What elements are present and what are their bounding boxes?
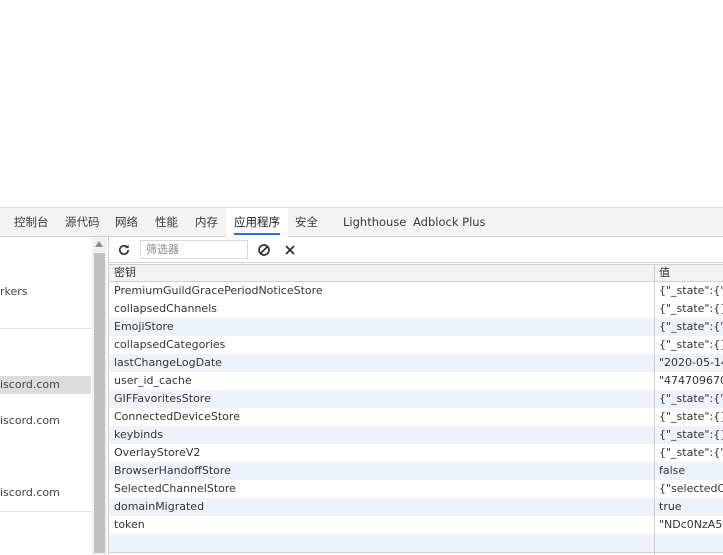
table-row[interactable]: BrowserHandoffStore false: [109, 462, 723, 480]
row-key: OverlayStoreV2: [114, 446, 201, 459]
page-viewport-blank: [0, 0, 723, 207]
sidebar-item-service-workers[interactable]: rkers: [0, 283, 91, 301]
table-row[interactable]: EmojiStore {"_state":{"usa: [109, 318, 723, 336]
row-value: true: [659, 500, 682, 513]
row-value: {"_state":{},"_ve: [659, 338, 723, 351]
row-key: domainMigrated: [114, 500, 205, 513]
block-icon[interactable]: [255, 241, 273, 259]
table-row[interactable]: keybinds {"_state":{},"_ve: [109, 426, 723, 444]
row-value: {"_state":{"last: [659, 284, 723, 297]
close-icon[interactable]: [281, 241, 299, 259]
table-row[interactable]: PremiumGuildGracePeriodNoticeStore {"_st…: [109, 282, 723, 300]
devtools-tab-bar: 控制台 源代码 网络 性能 内存 应用程序 安全 Lighthouse Adbl…: [0, 207, 723, 237]
row-value: {"selectedCha: [659, 482, 723, 495]
row-key: collapsedCategories: [114, 338, 226, 351]
table-header: 密钥 值: [109, 264, 723, 282]
table-row[interactable]: SelectedChannelStore {"selectedCha: [109, 480, 723, 498]
row-value: false: [659, 464, 686, 477]
application-sidebar: rkers iscord.com iscord.com iscord.com: [0, 237, 92, 555]
row-key: EmojiStore: [114, 320, 174, 333]
table-row[interactable]: lastChangeLogDate "2020-05-14": [109, 354, 723, 372]
sidebar-item-cookies-discord[interactable]: iscord.com: [0, 484, 91, 502]
table-row[interactable]: collapsedChannels {"_state":{},"_ve: [109, 300, 723, 318]
tab-console[interactable]: 控制台: [14, 208, 49, 237]
row-value: "474709670640: [659, 374, 723, 387]
row-value: {"_state":{},"_ve: [659, 302, 723, 315]
table-bottom-border: [109, 552, 723, 553]
table-row[interactable]: collapsedCategories {"_state":{},"_ve: [109, 336, 723, 354]
sidebar-item-session-storage-discord[interactable]: iscord.com: [0, 412, 91, 430]
row-value: "NDc0NzA5Nj: [659, 518, 723, 531]
table-row[interactable]: user_id_cache "474709670640: [109, 372, 723, 390]
table-row[interactable]: token "NDc0NzA5Nj: [109, 516, 723, 534]
sidebar-item-local-storage-discord[interactable]: iscord.com: [0, 376, 91, 394]
table-row[interactable]: GIFFavoritesStore {"_state":{"favo: [109, 390, 723, 408]
table-row[interactable]: OverlayStoreV2 {"_state":{"sele: [109, 444, 723, 462]
storage-toolbar: [109, 237, 723, 263]
tab-adblock-plus[interactable]: Adblock Plus: [413, 208, 486, 237]
row-key: ConnectedDeviceStore: [114, 410, 240, 423]
row-key: SelectedChannelStore: [114, 482, 236, 495]
row-key: lastChangeLogDate: [114, 356, 222, 369]
row-value: {"_state":{"sele: [659, 446, 723, 459]
row-key: keybinds: [114, 428, 163, 441]
row-value: {"_state":{},"_ve: [659, 428, 723, 441]
column-header-value[interactable]: 值: [659, 265, 670, 281]
table-row[interactable]: ConnectedDeviceStore {"_state":{},"_ve: [109, 408, 723, 426]
storage-panel: 密钥 值 PremiumGuildGracePeriodNoticeStore …: [108, 237, 723, 555]
row-key: user_id_cache: [114, 374, 192, 387]
row-key: BrowserHandoffStore: [114, 464, 231, 477]
table-row[interactable]: domainMigrated true: [109, 498, 723, 516]
tab-performance[interactable]: 性能: [155, 208, 178, 237]
tab-memory[interactable]: 内存: [195, 208, 218, 237]
sidebar-scrollbar[interactable]: [92, 237, 107, 555]
row-key: collapsedChannels: [114, 302, 217, 315]
sidebar-divider: [0, 328, 92, 329]
tab-lighthouse[interactable]: Lighthouse: [343, 208, 406, 237]
tab-sources[interactable]: 源代码: [65, 208, 100, 237]
row-value: {"_state":{"favo: [659, 392, 723, 405]
scroll-up-arrow-icon[interactable]: [95, 241, 103, 247]
column-divider[interactable]: [654, 264, 655, 555]
scrollbar-thumb[interactable]: [94, 253, 105, 553]
row-value: {"_state":{"usa: [659, 320, 723, 333]
row-key: token: [114, 518, 145, 531]
row-value: "2020-05-14": [659, 356, 723, 369]
tab-network[interactable]: 网络: [115, 208, 138, 237]
filter-input[interactable]: [140, 240, 248, 259]
tab-security[interactable]: 安全: [295, 208, 318, 237]
row-key: PremiumGuildGracePeriodNoticeStore: [114, 284, 323, 297]
row-key: GIFFavoritesStore: [114, 392, 211, 405]
row-value: {"_state":{},"_ve: [659, 410, 723, 423]
sidebar-divider: [0, 511, 92, 512]
tab-application[interactable]: 应用程序: [226, 208, 288, 237]
column-header-key[interactable]: 密钥: [114, 265, 136, 281]
table-row-empty[interactable]: [109, 534, 723, 552]
refresh-icon[interactable]: [115, 241, 133, 259]
